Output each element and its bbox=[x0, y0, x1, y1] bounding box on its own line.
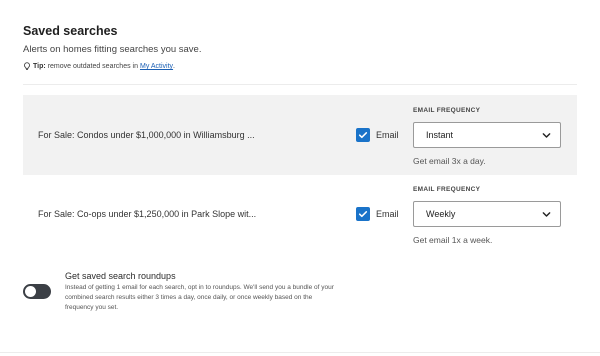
chevron-down-icon bbox=[542, 212, 551, 217]
email-frequency-select[interactable]: Weekly bbox=[413, 201, 561, 227]
checkmark-icon bbox=[358, 132, 368, 139]
chevron-down-icon bbox=[542, 133, 551, 138]
saved-search-row: For Sale: Co-ops under $1,250,000 in Par… bbox=[23, 178, 577, 256]
saved-search-row: For Sale: Condos under $1,000,000 in Wil… bbox=[23, 95, 577, 175]
email-frequency-label: EMAIL FREQUENCY bbox=[413, 107, 481, 114]
checkmark-icon bbox=[358, 211, 368, 218]
section-subtitle: Alerts on homes fitting searches you sav… bbox=[23, 44, 202, 55]
lightbulb-icon bbox=[24, 62, 30, 70]
section-title: Saved searches bbox=[23, 24, 118, 38]
email-checkbox-label[interactable]: Email bbox=[376, 130, 399, 140]
email-frequency-value: Weekly bbox=[426, 209, 456, 219]
roundup-description: Instead of getting 1 email for each sear… bbox=[65, 284, 334, 311]
my-activity-link[interactable]: My Activity bbox=[140, 63, 173, 70]
tip-period: . bbox=[173, 63, 175, 70]
email-frequency-select[interactable]: Instant bbox=[413, 122, 561, 148]
tip-line: Tip: remove outdated searches in My Acti… bbox=[23, 62, 175, 71]
divider bbox=[23, 84, 577, 85]
saved-search-label[interactable]: For Sale: Condos under $1,000,000 in Wil… bbox=[38, 130, 255, 140]
roundup-title: Get saved search roundups bbox=[65, 271, 176, 281]
saved-search-label[interactable]: For Sale: Co-ops under $1,250,000 in Par… bbox=[38, 209, 256, 219]
email-frequency-hint: Get email 1x a week. bbox=[413, 235, 493, 245]
tip-label: Tip: bbox=[33, 63, 46, 70]
toggle-knob bbox=[25, 286, 36, 297]
tip-text: remove outdated searches in bbox=[47, 63, 138, 70]
email-frequency-hint: Get email 3x a day. bbox=[413, 156, 486, 166]
roundup-toggle[interactable] bbox=[23, 284, 51, 299]
email-checkbox[interactable] bbox=[356, 128, 370, 142]
email-frequency-label: EMAIL FREQUENCY bbox=[413, 186, 481, 193]
email-frequency-value: Instant bbox=[426, 130, 454, 140]
divider bbox=[0, 352, 600, 353]
email-checkbox[interactable] bbox=[356, 207, 370, 221]
email-checkbox-label[interactable]: Email bbox=[376, 209, 399, 219]
